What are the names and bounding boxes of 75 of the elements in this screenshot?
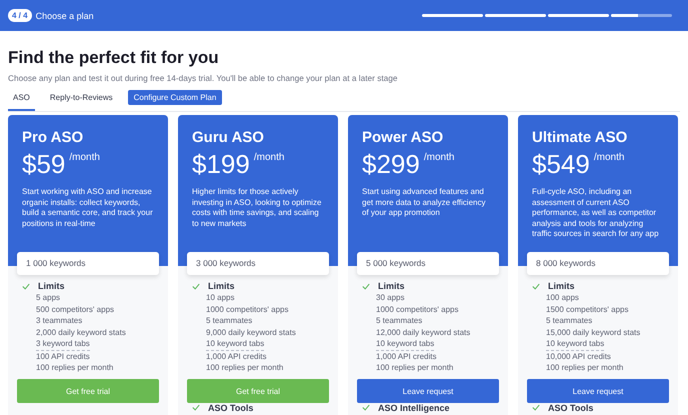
plan-name: Ultimate ASO: [532, 129, 628, 146]
limit-item: 2,000 daily keyword stats: [36, 327, 126, 339]
plan-name: Pro ASO: [22, 129, 84, 146]
limit-item: 5 teammates: [376, 315, 422, 328]
limit-item: 10 keyword tabs: [546, 338, 604, 351]
check-icon: [362, 404, 370, 412]
tab[interactable]: Reply-to-Reviews: [44, 89, 118, 111]
limit-item: 5 teammates: [546, 315, 592, 328]
check-icon: [532, 404, 540, 412]
plan-name: Power ASO: [362, 129, 444, 146]
limit-item: 5 teammates: [206, 315, 252, 328]
price-period: /month: [69, 152, 100, 163]
section-heading: ASO Tools: [548, 402, 594, 413]
limit-item: 100 replies per month: [206, 362, 284, 374]
plan-price: $549: [532, 149, 590, 179]
limit-item: 1,000 API credits: [206, 350, 266, 362]
plan-action-button[interactable]: Leave request: [357, 379, 499, 403]
page-subtitle: Choose any plan and test it out during free 14-days trial. You'll be able to change your plan at a later stage: [8, 73, 398, 84]
limit-item: 10 keyword tabs: [376, 338, 434, 351]
keywords-selector[interactable]: 3 000 keywords: [187, 252, 329, 275]
check-icon: [362, 282, 370, 290]
plan-action-button[interactable]: Leave request: [527, 379, 669, 403]
plan-price: $299: [362, 149, 420, 179]
plan-description: Higher limits for those actively investing in ASO, looking to optimize costs with time savings, and scaling to new markets: [192, 187, 322, 230]
price-period: /month: [594, 152, 624, 163]
check-icon: [532, 282, 540, 290]
progress-segment: [548, 14, 609, 17]
plan-price: $59: [22, 149, 66, 179]
section-heading: Limits: [548, 281, 575, 291]
limit-item: 12,000 daily keyword stats: [376, 327, 470, 339]
limit-item: 100 apps: [546, 292, 579, 304]
limit-item: 5 apps: [36, 292, 60, 304]
progress-segment: [485, 14, 546, 17]
plan-name: Guru ASO: [192, 129, 265, 146]
tab[interactable]: ASO: [8, 89, 35, 111]
check-icon: [192, 404, 200, 412]
section-heading: Limits: [208, 281, 235, 291]
page-heading: Find the perfect fit for you: [8, 48, 220, 68]
check-icon: [22, 282, 30, 290]
plan-price: $199: [192, 149, 250, 179]
limit-item: 30 apps: [376, 292, 404, 304]
price-period: /month: [424, 152, 454, 163]
check-icon: [192, 282, 200, 290]
limit-item: 3 teammates: [36, 315, 82, 328]
keywords-selector[interactable]: 8 000 keywords: [527, 252, 669, 275]
configure-button[interactable]: Configure Custom Plan: [128, 90, 222, 104]
section-heading: Limits: [38, 281, 65, 291]
limit-item: 1000 competitors' apps: [376, 304, 458, 316]
limit-item: 100 API credits: [36, 350, 90, 362]
limit-item: 10 keyword tabs: [206, 338, 264, 351]
price-period: /month: [254, 152, 284, 163]
plan-description: Start using advanced features and get more data to analyze efficiency of your app promotion: [362, 187, 486, 219]
progress-segment: [422, 14, 483, 17]
limit-item: 500 competitors' apps: [36, 304, 114, 316]
limit-item: 15,000 daily keyword stats: [546, 327, 640, 339]
limit-item: 10,000 API credits: [546, 350, 611, 362]
limit-item: 9,000 daily keyword stats: [206, 327, 296, 339]
section-heading: Limits: [378, 281, 405, 291]
step-title: Choose a plan: [36, 10, 94, 20]
limit-item: 3 keyword tabs: [36, 338, 90, 351]
limit-item: 100 replies per month: [36, 362, 114, 374]
step-badge: 4 / 4: [8, 9, 32, 22]
plan-description: Full-cycle ASO, including an assessment of current ASO performance, as well as competitor analysis and tools for analyzing traffic sources in search for any app: [532, 187, 660, 240]
progress-segment: [611, 14, 672, 17]
limit-item: 1000 competitors' apps: [206, 304, 288, 316]
plan-description: Start working with ASO and increase organic installs: collect keywords, build a semantic core, and track your positions in real-time: [22, 187, 154, 230]
limit-item: 100 replies per month: [376, 362, 454, 374]
keywords-selector[interactable]: 1 000 keywords: [17, 252, 159, 275]
section-heading: ASO Intelligence: [378, 402, 450, 413]
limit-item: 10 apps: [206, 292, 234, 304]
limit-item: 1,000 API credits: [376, 350, 436, 362]
limit-item: 100 replies per month: [546, 362, 624, 374]
section-heading: ASO Tools: [208, 402, 254, 413]
keywords-selector[interactable]: 5 000 keywords: [357, 252, 499, 275]
limit-item: 1500 competitors' apps: [546, 304, 628, 316]
